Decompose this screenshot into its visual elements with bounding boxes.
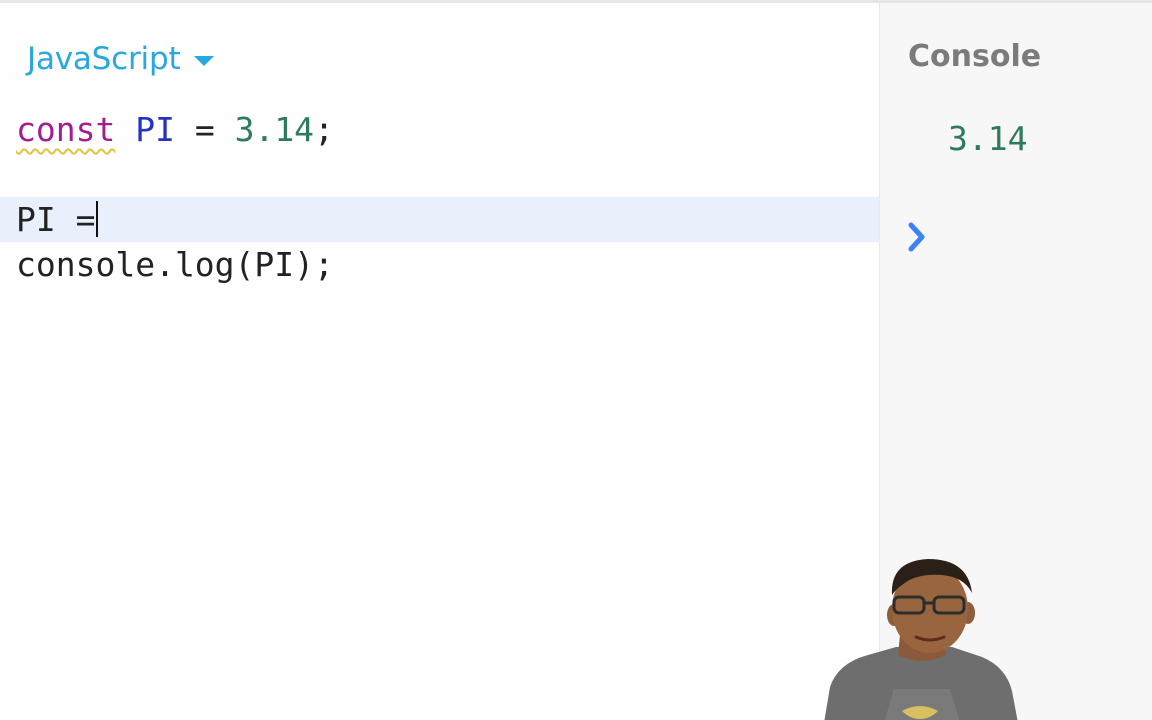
operator-assign: = [174,110,235,149]
code-editor[interactable]: const PI = 3.14; PI = console.log(PI); [0,107,879,287]
presenter-webcam [824,551,1020,720]
editor-pane: JavaScript const PI = 3.14; PI = console… [0,3,879,720]
caret-down-icon [194,56,215,66]
code-line-4[interactable]: console.log(PI); [0,242,879,287]
language-dropdown[interactable]: JavaScript [27,39,215,79]
code-line-1[interactable]: const PI = 3.14; [0,107,879,152]
code-line-text: PI = [16,200,96,239]
code-line-2[interactable] [0,152,879,197]
number-literal: 3.14 [234,110,315,149]
chevron-right-icon[interactable] [906,221,930,253]
code-line-3-active[interactable]: PI = [0,197,879,242]
console-title: Console [908,39,1042,74]
identifier-pi: PI [135,110,175,149]
semicolon: ; [314,110,334,149]
code-playground: JavaScript const PI = 3.14; PI = console… [0,0,1152,720]
language-label: JavaScript [27,41,181,77]
text-cursor [96,200,99,237]
keyword-const: const [16,110,116,149]
code-line-text: console.log(PI); [16,245,334,284]
console-output-line: 3.14 [948,119,1028,158]
